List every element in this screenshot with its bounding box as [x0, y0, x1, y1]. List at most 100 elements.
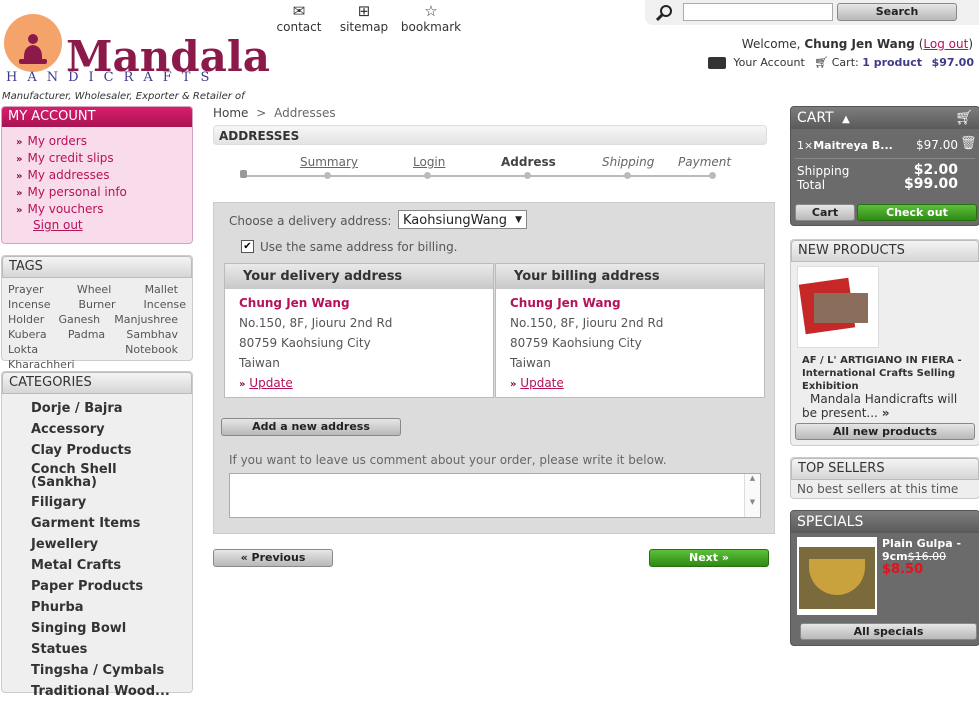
- top-sellers-empty: No best sellers at this time: [797, 482, 959, 496]
- scrollbar[interactable]: ▲ ▼: [744, 474, 760, 517]
- step-login[interactable]: Login: [413, 155, 445, 169]
- cart-title: CART ▲ 🛒︎: [791, 107, 979, 129]
- my-vouchers-link[interactable]: My vouchers: [27, 202, 103, 216]
- same-billing-checkbox[interactable]: ✔: [241, 240, 254, 253]
- chevron-icon: »: [16, 171, 23, 182]
- tag[interactable]: Mallet: [145, 283, 178, 296]
- cart-count[interactable]: 1 product: [862, 56, 922, 69]
- billing-line2: 80759 Kaohsiung City: [510, 336, 642, 350]
- special-thumbnail[interactable]: [797, 537, 877, 615]
- chevron-icon: »: [239, 379, 246, 390]
- tag[interactable]: Burner: [78, 298, 115, 311]
- checkout-button[interactable]: Check out: [857, 204, 977, 221]
- tag[interactable]: Manjushree: [114, 313, 178, 326]
- chevron-icon[interactable]: »: [882, 406, 890, 420]
- my-orders-link[interactable]: My orders: [27, 134, 87, 148]
- category-item[interactable]: Dorje / Bajra: [31, 398, 192, 419]
- category-item[interactable]: Filigary: [31, 492, 192, 513]
- previous-button[interactable]: « Previous: [213, 549, 333, 567]
- cart-icon: 🛒︎: [955, 110, 973, 126]
- new-product-desc-text: Mandala Handicrafts will be present...: [802, 392, 958, 420]
- nav-contact[interactable]: ✉ contact: [264, 2, 334, 34]
- logo-subtitle: HANDICRAFTS: [6, 70, 220, 85]
- new-products-title: NEW PRODUCTS: [791, 240, 979, 262]
- my-personal-info-link[interactable]: My personal info: [27, 185, 126, 199]
- billing-name: Chung Jen Wang: [510, 296, 621, 310]
- category-item[interactable]: Accessory: [31, 419, 192, 440]
- progress-dot: [709, 172, 716, 179]
- cart-item-name[interactable]: Maitreya B...: [813, 139, 893, 152]
- welcome-text: Welcome, Chung Jen Wang (Log out): [741, 37, 973, 51]
- step-summary[interactable]: Summary: [300, 155, 358, 169]
- my-account-item[interactable]: » My orders: [16, 133, 192, 150]
- tag[interactable]: Lokta: [8, 343, 38, 356]
- account-icon: [707, 57, 726, 69]
- category-item[interactable]: Traditional Wood...: [31, 681, 192, 702]
- cart-line-item: 1×Maitreya B...: [797, 139, 893, 152]
- category-item[interactable]: Singing Bowl: [31, 618, 192, 639]
- breadcrumb-home[interactable]: Home: [213, 106, 248, 120]
- category-item[interactable]: Conch Shell (Sankha): [31, 461, 192, 492]
- billing-update-link[interactable]: Update: [520, 376, 563, 390]
- tag[interactable]: Kharachheri: [8, 358, 75, 371]
- my-account-item[interactable]: » My addresses: [16, 167, 192, 184]
- my-account-item[interactable]: » My personal info: [16, 184, 192, 201]
- all-new-products-button[interactable]: All new products: [795, 423, 975, 440]
- tag[interactable]: Wheel: [77, 283, 111, 296]
- delivery-name: Chung Jen Wang: [239, 296, 350, 310]
- delivery-update-link[interactable]: Update: [249, 376, 292, 390]
- billing-address-title: Your billing address: [496, 264, 764, 289]
- my-account-title: MY ACCOUNT: [2, 107, 192, 127]
- my-account-item[interactable]: » My credit slips: [16, 150, 192, 167]
- category-item[interactable]: Statues: [31, 639, 192, 660]
- welcome-prefix: Welcome,: [741, 37, 801, 51]
- my-addresses-link[interactable]: My addresses: [27, 168, 109, 182]
- breadcrumb: Home > Addresses: [213, 106, 336, 120]
- sign-out-link[interactable]: Sign out: [33, 218, 83, 232]
- tags-title: TAGS: [2, 256, 192, 278]
- category-item[interactable]: Phurba: [31, 597, 192, 618]
- trash-icon[interactable]: 🗑︎: [960, 136, 977, 151]
- category-item[interactable]: Clay Products: [31, 440, 192, 461]
- tag[interactable]: Padma: [68, 328, 105, 341]
- category-item[interactable]: Metal Crafts: [31, 555, 192, 576]
- user-name: Chung Jen Wang: [804, 37, 915, 51]
- category-item[interactable]: Garment Items: [31, 513, 192, 534]
- tag[interactable]: Kubera: [8, 328, 47, 341]
- logout-link[interactable]: Log out: [923, 37, 968, 51]
- nav-contact-label: contact: [276, 20, 322, 34]
- tag[interactable]: Sambhav: [126, 328, 178, 341]
- tag[interactable]: Incense: [8, 298, 51, 311]
- delivery-line2: 80759 Kaohsiung City: [239, 336, 371, 350]
- your-account-link[interactable]: Your Account: [733, 56, 804, 69]
- search-button[interactable]: Search: [837, 3, 957, 21]
- product-thumbnail[interactable]: [797, 266, 879, 348]
- my-account-box: MY ACCOUNT » My orders » My credit slips »…: [1, 106, 193, 244]
- search-input[interactable]: [683, 3, 833, 21]
- divider: [795, 158, 975, 159]
- nav-bookmark[interactable]: ☆ bookmark: [396, 2, 466, 34]
- categories-title: CATEGORIES: [2, 372, 192, 394]
- my-account-item[interactable]: » My vouchers: [16, 201, 192, 218]
- comment-textarea[interactable]: ▲ ▼: [229, 473, 761, 518]
- total-value: $99.00: [903, 176, 958, 192]
- tag[interactable]: Notebook: [125, 343, 178, 356]
- category-item[interactable]: Paper Products: [31, 576, 192, 597]
- tag[interactable]: Prayer: [8, 283, 44, 296]
- same-billing-label: Use the same address for billing.: [260, 240, 458, 254]
- add-address-button[interactable]: Add a new address: [221, 418, 401, 436]
- new-product-title[interactable]: AF / L' ARTIGIANO IN FIERA - Internation…: [802, 354, 967, 393]
- progress-dot: [524, 172, 531, 179]
- all-specials-button[interactable]: All specials: [800, 623, 977, 640]
- category-item[interactable]: Tingsha / Cymbals: [31, 660, 192, 681]
- next-button[interactable]: Next »: [649, 549, 769, 567]
- chevron-icon: »: [16, 137, 23, 148]
- tag[interactable]: Ganesh: [58, 313, 100, 326]
- category-item[interactable]: Jewellery: [31, 534, 192, 555]
- delivery-address-select[interactable]: KaohsiungWang ▼: [398, 210, 527, 229]
- cart-item-price: $97.00: [916, 138, 958, 152]
- cart-button[interactable]: Cart: [795, 204, 855, 221]
- my-credit-slips-link[interactable]: My credit slips: [27, 151, 113, 165]
- nav-sitemap[interactable]: ⊞ sitemap: [329, 2, 399, 34]
- collapse-icon[interactable]: ▲: [842, 114, 850, 125]
